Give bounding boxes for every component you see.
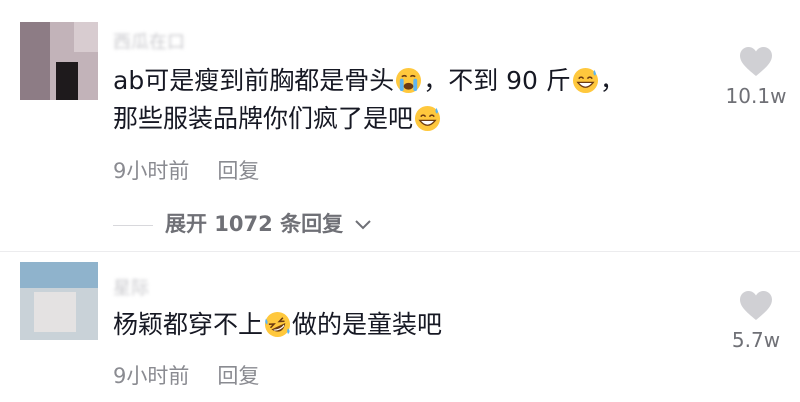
comment-username[interactable]: 西瓜在口 [113,28,185,54]
divider-line [113,224,153,226]
avatar[interactable] [20,22,98,100]
grinning-sweat-face-icon [572,67,598,94]
avatar[interactable] [20,262,98,340]
comment-divider [0,251,800,252]
comment-time: 9小时前 [113,159,190,183]
crying-face-icon [396,67,422,94]
grinning-sweat-face-icon [414,105,441,132]
comment-meta: 9小时前 回复 [113,155,259,185]
comment-text: 杨颖都穿不上 做的是童装吧 [113,306,703,344]
comment-text-part: ，不到 90 斤 [423,66,571,95]
heart-icon [740,47,772,76]
comment-text: ab可是瘦到前胸都是骨头 ，不到 90 斤 ， 那些服装品牌你们疯了是吧 [113,62,703,138]
like-count: 5.7w [731,328,781,352]
comment-text-part: 杨颖都穿不上 [113,310,264,339]
comment-meta: 9小时前 回复 [113,360,259,390]
expand-replies-button[interactable]: 展开 1072 条回复 [113,208,372,238]
reply-button[interactable]: 回复 [217,159,259,183]
like-count: 10.1w [725,84,787,108]
expand-replies-label: 展开 1072 条回复 [165,212,344,236]
comment-username[interactable]: 星际 [113,274,149,300]
heart-icon [740,291,772,320]
like-button[interactable]: 10.1w [720,46,792,108]
comment-text-part: 做的是童装吧 [292,310,443,339]
like-button[interactable]: 5.7w [720,290,792,352]
comment-text-part: ab可是瘦到前胸都是骨头 [113,66,395,95]
comment-text-part: ， [599,66,625,95]
rolling-laughing-face-icon [264,311,291,338]
reply-button[interactable]: 回复 [217,364,259,388]
chevron-down-icon [355,220,372,230]
comment-time: 9小时前 [113,364,190,388]
comment-text-part: 那些服装品牌你们疯了是吧 [113,104,414,133]
